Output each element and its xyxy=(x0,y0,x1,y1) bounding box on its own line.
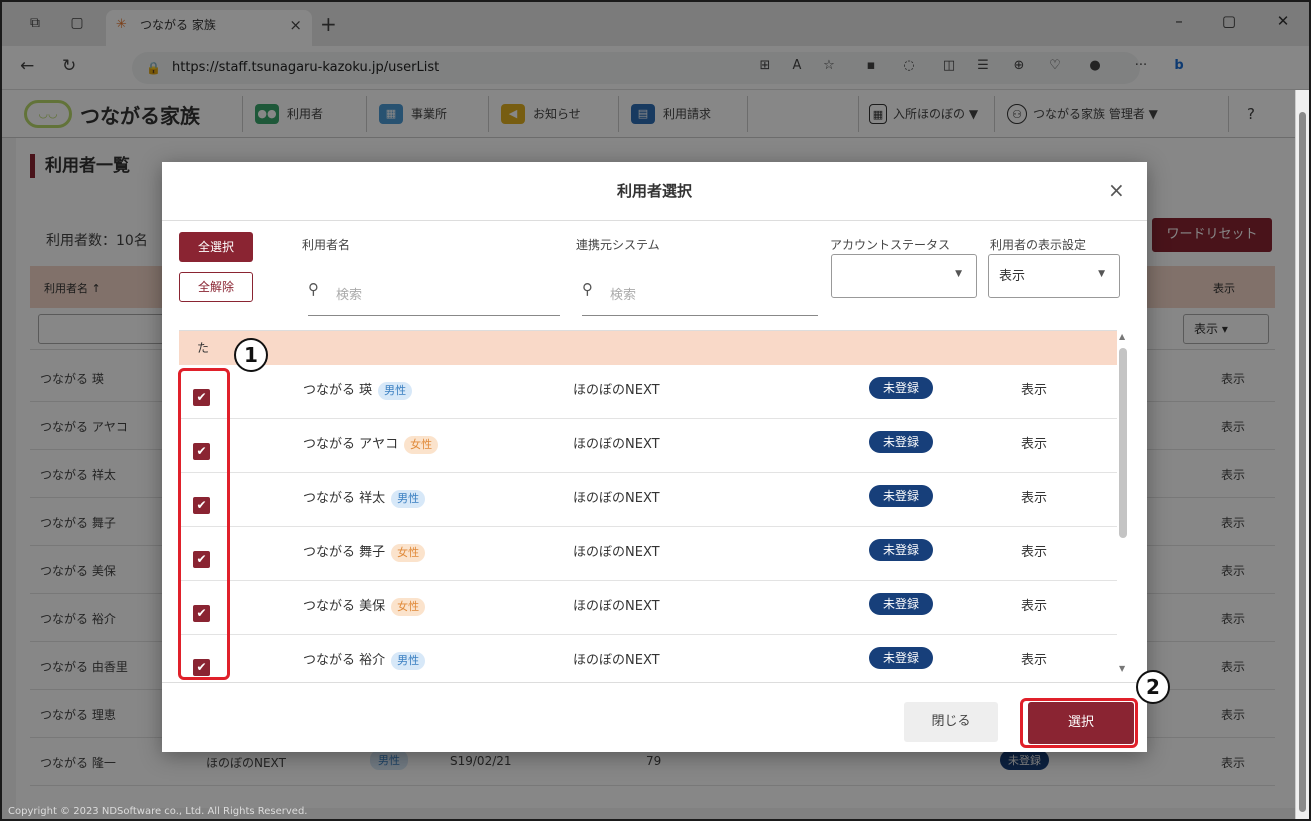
system-search-placeholder: 検索 xyxy=(610,288,637,303)
user-name-cell: つながる アヤコ 女性 xyxy=(303,433,439,454)
linked-system: ほのぼのNEXT xyxy=(573,599,660,614)
select-all-button[interactable]: 全選択 xyxy=(179,232,253,262)
user-name: つながる 裕介 xyxy=(303,653,386,668)
dialog-close-icon[interactable]: × xyxy=(1108,180,1125,200)
display-setting: 表示 xyxy=(1021,545,1048,560)
user-name-cell: つながる 美保 女性 xyxy=(303,595,426,616)
user-name-cell: つながる 舞子 女性 xyxy=(303,541,426,562)
display-setting: 表示 xyxy=(1021,599,1048,614)
list-scrollbar[interactable]: ▲ ▼ xyxy=(1117,330,1129,680)
status-badge: 未登録 xyxy=(869,593,933,615)
linked-system: ほのぼのNEXT xyxy=(573,383,660,398)
chevron-down-icon: ▼ xyxy=(955,269,962,279)
gender-badge: 男性 xyxy=(391,652,426,670)
page-scrollbar-thumb[interactable] xyxy=(1299,112,1306,812)
status-badge: 未登録 xyxy=(869,647,933,669)
display-setting-value: 表示 xyxy=(999,269,1026,284)
user-name-cell: つながる 瑛男性 xyxy=(303,379,413,400)
gender-badge: 女性 xyxy=(391,598,426,616)
list-item[interactable]: ✔ つながる 美保 女性 ほのぼのNEXT 未登録 表示 xyxy=(179,581,1117,635)
user-name: つながる 瑛 xyxy=(303,383,373,398)
dialog-title: 利用者選択 xyxy=(616,182,692,200)
dialog-footer-divider xyxy=(162,682,1147,683)
group-header: た xyxy=(179,331,1117,365)
system-filter-label: 連携元システム xyxy=(576,238,660,252)
page-scrollbar[interactable] xyxy=(1295,90,1309,819)
user-name-cell: つながる 裕介 男性 xyxy=(303,649,426,670)
select-button-highlight xyxy=(1020,698,1138,748)
linked-system: ほのぼのNEXT xyxy=(573,437,660,452)
display-setting: 表示 xyxy=(1021,653,1048,668)
display-setting-label: 利用者の表示設定 xyxy=(990,238,1087,252)
linked-system: ほのぼのNEXT xyxy=(573,653,660,668)
system-search-input[interactable]: ⚲ 検索 xyxy=(582,272,818,316)
name-search-placeholder: 検索 xyxy=(336,288,363,303)
display-setting: 表示 xyxy=(1021,383,1048,398)
linked-system: ほのぼのNEXT xyxy=(573,491,660,506)
browser-window: ⧉ ▢ ✳ つながる 家族 × + – ▢ ✕ ← ↻ 🔒 https://st… xyxy=(0,0,1311,821)
status-badge: 未登録 xyxy=(869,485,933,507)
display-setting: 表示 xyxy=(1021,491,1048,506)
name-filter-label: 利用者名 xyxy=(302,238,351,252)
list-item[interactable]: ✔ つながる 舞子 女性 ほのぼのNEXT 未登録 表示 xyxy=(179,527,1117,581)
search-icon: ⚲ xyxy=(308,280,319,298)
user-name: つながる アヤコ xyxy=(303,437,399,452)
user-select-list: た ✔ つながる 瑛男性 ほのぼのNEXT 未登録 表示 ✔ つながる アヤコ 女性 ほのぼのN… xyxy=(179,330,1117,680)
list-item[interactable]: ✔ つながる 裕介 男性 ほのぼのNEXT 未登録 表示 xyxy=(179,635,1117,680)
search-icon: ⚲ xyxy=(582,280,593,298)
list-item[interactable]: ✔ つながる アヤコ 女性 ほのぼのNEXT 未登録 表示 xyxy=(179,419,1117,473)
gender-badge: 女性 xyxy=(391,544,426,562)
user-name: つながる 祥太 xyxy=(303,491,386,506)
chevron-down-icon: ▼ xyxy=(1098,269,1105,279)
deselect-all-button[interactable]: 全解除 xyxy=(179,272,253,302)
list-scrollbar-thumb[interactable] xyxy=(1119,348,1127,538)
user-select-dialog: 利用者選択 × 全選択 全解除 利用者名 連携元システム アカウントステータス … xyxy=(162,162,1147,752)
scroll-up-icon[interactable]: ▲ xyxy=(1119,332,1125,341)
gender-badge: 女性 xyxy=(404,436,439,454)
scroll-down-icon[interactable]: ▼ xyxy=(1119,664,1125,673)
status-badge: 未登録 xyxy=(869,539,933,561)
callout-2: 2 xyxy=(1136,670,1170,704)
list-item[interactable]: ✔ つながる 瑛男性 ほのぼのNEXT 未登録 表示 xyxy=(179,365,1117,419)
gender-badge: 男性 xyxy=(378,382,413,400)
display-setting: 表示 xyxy=(1021,437,1048,452)
account-status-label: アカウントステータス xyxy=(830,238,951,252)
close-button[interactable]: 閉じる xyxy=(904,702,998,742)
name-search-input[interactable]: ⚲ 検索 xyxy=(308,272,560,316)
user-name: つながる 舞子 xyxy=(303,545,386,560)
callout-1: 1 xyxy=(234,338,268,372)
display-setting-select[interactable]: 表示 ▼ xyxy=(988,254,1120,298)
linked-system: ほのぼのNEXT xyxy=(573,545,660,560)
status-badge: 未登録 xyxy=(869,377,933,399)
account-status-select[interactable]: ▼ xyxy=(831,254,977,298)
copyright-footer: Copyright © 2023 NDSoftware co., Ltd. Al… xyxy=(8,806,308,817)
dialog-divider xyxy=(162,220,1147,221)
status-badge: 未登録 xyxy=(869,431,933,453)
list-item[interactable]: ✔ つながる 祥太 男性 ほのぼのNEXT 未登録 表示 xyxy=(179,473,1117,527)
user-name-cell: つながる 祥太 男性 xyxy=(303,487,426,508)
user-name: つながる 美保 xyxy=(303,599,386,614)
checkbox-highlight xyxy=(178,368,230,680)
gender-badge: 男性 xyxy=(391,490,426,508)
